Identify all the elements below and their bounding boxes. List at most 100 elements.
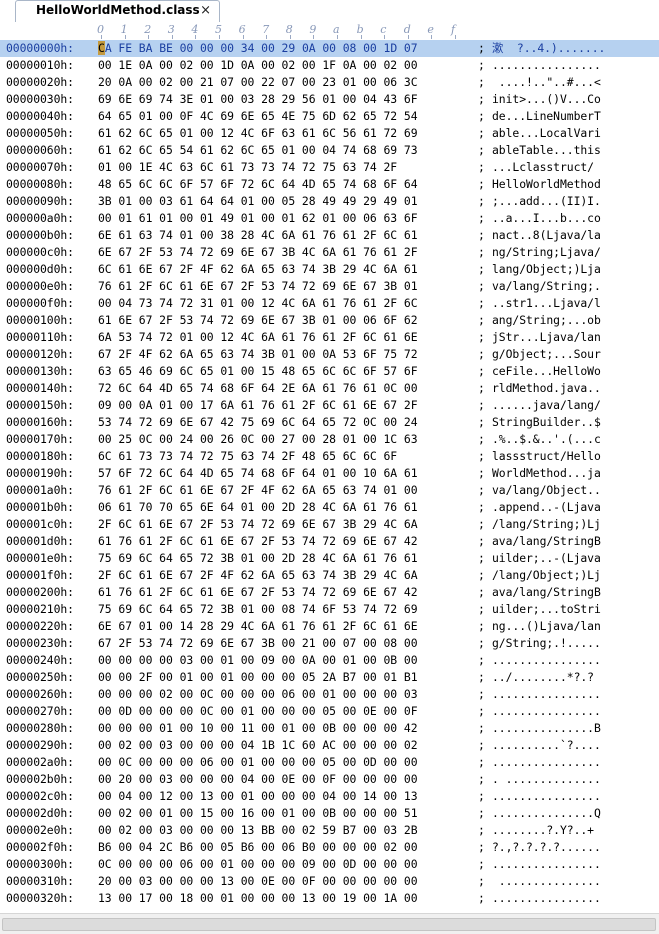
hex-view[interactable]: 00000000h: CA FE BA BE 00 00 00 34 00 29 … bbox=[0, 40, 659, 913]
hex-row[interactable]: 00000090h: 3B 01 00 03 61 64 64 01 00 05 … bbox=[0, 193, 659, 210]
file-tab[interactable]: HelloWorldMethod.class × bbox=[15, 0, 220, 22]
row-ascii[interactable]: ................ bbox=[492, 856, 601, 873]
hex-row[interactable]: 000000b0h: 6E 61 63 74 01 00 38 28 4C 6A … bbox=[0, 227, 659, 244]
hex-row[interactable]: 000002f0h: B6 00 04 2C B6 00 05 B6 00 06 … bbox=[0, 839, 659, 856]
row-bytes[interactable]: 76 61 2F 6C 61 6E 67 2F 4F 62 6A 65 63 7… bbox=[98, 482, 478, 499]
row-ascii[interactable]: nact..8(Ljava/la bbox=[492, 227, 601, 244]
row-bytes[interactable]: B6 00 04 2C B6 00 05 B6 00 06 B0 00 00 0… bbox=[98, 839, 478, 856]
hex-row[interactable]: 000001d0h: 61 76 61 2F 6C 61 6E 67 2F 53 … bbox=[0, 533, 659, 550]
row-ascii[interactable]: ceFile...HelloWo bbox=[492, 363, 601, 380]
row-bytes[interactable]: 00 02 00 03 00 00 00 04 1B 1C 60 AC 00 0… bbox=[98, 737, 478, 754]
hex-row[interactable]: 000000f0h: 00 04 73 74 72 31 01 00 12 4C … bbox=[0, 295, 659, 312]
row-bytes[interactable]: 00 20 00 03 00 00 00 04 00 0E 00 0F 00 0… bbox=[98, 771, 478, 788]
horizontal-scrollbar[interactable] bbox=[0, 913, 659, 934]
row-bytes[interactable]: 6A 53 74 72 01 00 12 4C 6A 61 76 61 2F 6… bbox=[98, 329, 478, 346]
row-ascii[interactable]: ...............Q bbox=[492, 805, 601, 822]
hex-row[interactable]: 00000170h: 00 25 0C 00 24 00 26 0C 00 27 … bbox=[0, 431, 659, 448]
hex-row[interactable]: 000001a0h: 76 61 2F 6C 61 6E 67 2F 4F 62 … bbox=[0, 482, 659, 499]
row-ascii[interactable]: ......java/lang/ bbox=[492, 397, 601, 414]
row-ascii[interactable]: g/Object;...Sour bbox=[492, 346, 601, 363]
hex-row[interactable]: 00000110h: 6A 53 74 72 01 00 12 4C 6A 61 … bbox=[0, 329, 659, 346]
hex-row[interactable]: 000001c0h: 2F 6C 61 6E 67 2F 53 74 72 69 … bbox=[0, 516, 659, 533]
row-bytes[interactable]: 57 6F 72 6C 64 4D 65 74 68 6F 64 01 00 1… bbox=[98, 465, 478, 482]
hex-row[interactable]: 00000130h: 63 65 46 69 6C 65 01 00 15 48 … bbox=[0, 363, 659, 380]
hex-row[interactable]: 00000280h: 00 00 00 01 00 10 00 11 00 01 … bbox=[0, 720, 659, 737]
hex-row[interactable]: 00000150h: 09 00 0A 01 00 17 6A 61 76 61 … bbox=[0, 397, 659, 414]
row-bytes[interactable]: 00 02 00 01 00 15 00 16 00 01 00 0B 00 0… bbox=[98, 805, 478, 822]
row-bytes[interactable]: 63 65 46 69 6C 65 01 00 15 48 65 6C 6C 6… bbox=[98, 363, 478, 380]
row-bytes[interactable]: 01 00 1E 4C 63 6C 61 73 73 74 72 75 63 7… bbox=[98, 159, 478, 176]
row-ascii[interactable]: uilder;..-(Ljava bbox=[492, 550, 601, 567]
hex-row[interactable]: 00000080h: 48 65 6C 6C 6F 57 6F 72 6C 64 … bbox=[0, 176, 659, 193]
row-bytes[interactable]: 20 0A 00 02 00 21 07 00 22 07 00 23 01 0… bbox=[98, 74, 478, 91]
row-ascii[interactable]: lassstruct/Hello bbox=[492, 448, 601, 465]
row-bytes[interactable]: 75 69 6C 64 65 72 3B 01 00 08 74 6F 53 7… bbox=[98, 601, 478, 618]
row-ascii[interactable]: ........?.Y?..+ bbox=[492, 822, 594, 839]
hex-row[interactable]: 00000310h: 20 00 03 00 00 00 13 00 0E 00 … bbox=[0, 873, 659, 890]
row-ascii[interactable]: ava/lang/StringB bbox=[492, 533, 601, 550]
row-ascii[interactable]: ?.,?.?.?.?...... bbox=[492, 839, 601, 856]
row-ascii[interactable]: ................ bbox=[492, 703, 601, 720]
row-bytes[interactable]: 67 2F 53 74 72 69 6E 67 3B 00 21 00 07 0… bbox=[98, 635, 478, 652]
hex-row[interactable]: 00000190h: 57 6F 72 6C 64 4D 65 74 68 6F … bbox=[0, 465, 659, 482]
row-bytes[interactable]: 75 69 6C 64 65 72 3B 01 00 2D 28 4C 6A 6… bbox=[98, 550, 478, 567]
row-ascii[interactable]: /lang/String;)Lj bbox=[492, 516, 601, 533]
row-ascii[interactable]: ;...add...(II)I. bbox=[492, 193, 601, 210]
row-bytes[interactable]: 00 00 00 01 00 10 00 11 00 01 00 0B 00 0… bbox=[98, 720, 478, 737]
hex-row[interactable]: 000000c0h: 6E 67 2F 53 74 72 69 6E 67 3B … bbox=[0, 244, 659, 261]
row-bytes[interactable]: 48 65 6C 6C 6F 57 6F 72 6C 64 4D 65 74 6… bbox=[98, 176, 478, 193]
row-bytes[interactable]: 6E 67 2F 53 74 72 69 6E 67 3B 4C 6A 61 7… bbox=[98, 244, 478, 261]
hex-row[interactable]: 00000180h: 6C 61 73 73 74 72 75 63 74 2F … bbox=[0, 448, 659, 465]
row-bytes[interactable]: 00 00 2F 00 01 00 01 00 00 00 05 2A B7 0… bbox=[98, 669, 478, 686]
row-ascii[interactable]: de...LineNumberT bbox=[492, 108, 601, 125]
row-bytes[interactable]: 06 61 70 70 65 6E 64 01 00 2D 28 4C 6A 6… bbox=[98, 499, 478, 516]
row-ascii[interactable]: . .............. bbox=[492, 771, 601, 788]
row-bytes[interactable]: 00 00 00 00 03 00 01 00 09 00 0A 00 01 0… bbox=[98, 652, 478, 669]
hex-row[interactable]: 00000140h: 72 6C 64 4D 65 74 68 6F 64 2E … bbox=[0, 380, 659, 397]
hex-row[interactable]: 000002e0h: 00 02 00 03 00 00 00 13 BB 00 … bbox=[0, 822, 659, 839]
row-ascii[interactable]: .%..$.&..'.(...c bbox=[492, 431, 601, 448]
hex-row[interactable]: 00000120h: 67 2F 4F 62 6A 65 63 74 3B 01 … bbox=[0, 346, 659, 363]
row-bytes[interactable]: 20 00 03 00 00 00 13 00 0E 00 0F 00 00 0… bbox=[98, 873, 478, 890]
row-ascii[interactable]: 漱 ?..4.)....... bbox=[492, 40, 605, 57]
hex-row[interactable]: 00000060h: 61 62 6C 65 54 61 62 6C 65 01 … bbox=[0, 142, 659, 159]
row-bytes[interactable]: 76 61 2F 6C 61 6E 67 2F 53 74 72 69 6E 6… bbox=[98, 278, 478, 295]
row-ascii[interactable]: ...Lclasstruct/ bbox=[492, 159, 594, 176]
row-ascii[interactable]: ................ bbox=[492, 890, 601, 907]
row-ascii[interactable]: ....!.."..#...< bbox=[492, 74, 601, 91]
hex-row[interactable]: 00000220h: 6E 67 01 00 14 28 29 4C 6A 61 … bbox=[0, 618, 659, 635]
hex-row[interactable]: 000002b0h: 00 20 00 03 00 00 00 04 00 0E … bbox=[0, 771, 659, 788]
row-ascii[interactable]: able...LocalVari bbox=[492, 125, 601, 142]
hex-row[interactable]: 00000260h: 00 00 00 02 00 0C 00 00 00 06 … bbox=[0, 686, 659, 703]
row-ascii[interactable]: ..........`?.... bbox=[492, 737, 601, 754]
hex-row[interactable]: 00000160h: 53 74 72 69 6E 67 42 75 69 6C … bbox=[0, 414, 659, 431]
row-ascii[interactable]: lang/Object;)Lja bbox=[492, 261, 601, 278]
close-icon[interactable]: × bbox=[200, 3, 211, 18]
hex-row[interactable]: 00000070h: 01 00 1E 4C 63 6C 61 73 73 74 … bbox=[0, 159, 659, 176]
row-bytes[interactable]: 53 74 72 69 6E 67 42 75 69 6C 64 65 72 0… bbox=[98, 414, 478, 431]
row-ascii[interactable]: rldMethod.java.. bbox=[492, 380, 601, 397]
row-ascii[interactable]: ................ bbox=[492, 686, 601, 703]
row-ascii[interactable]: HelloWorldMethod bbox=[492, 176, 601, 193]
row-bytes[interactable]: 09 00 0A 01 00 17 6A 61 76 61 2F 6C 61 6… bbox=[98, 397, 478, 414]
row-bytes[interactable]: 00 04 73 74 72 31 01 00 12 4C 6A 61 76 6… bbox=[98, 295, 478, 312]
row-bytes[interactable]: 6C 61 6E 67 2F 4F 62 6A 65 63 74 3B 29 4… bbox=[98, 261, 478, 278]
row-bytes[interactable]: 61 6E 67 2F 53 74 72 69 6E 67 3B 01 00 0… bbox=[98, 312, 478, 329]
row-bytes[interactable]: 67 2F 4F 62 6A 65 63 74 3B 01 00 0A 53 6… bbox=[98, 346, 478, 363]
hex-row[interactable]: 00000230h: 67 2F 53 74 72 69 6E 67 3B 00 … bbox=[0, 635, 659, 652]
hex-row[interactable]: 00000200h: 61 76 61 2F 6C 61 6E 67 2F 53 … bbox=[0, 584, 659, 601]
hex-row[interactable]: 000001e0h: 75 69 6C 64 65 72 3B 01 00 2D … bbox=[0, 550, 659, 567]
hex-row[interactable]: 00000250h: 00 00 2F 00 01 00 01 00 00 00 … bbox=[0, 669, 659, 686]
row-ascii[interactable]: /lang/Object;)Lj bbox=[492, 567, 601, 584]
hex-row[interactable]: 00000030h: 69 6E 69 74 3E 01 00 03 28 29 … bbox=[0, 91, 659, 108]
row-bytes[interactable]: 00 1E 0A 00 02 00 1D 0A 00 02 00 1F 0A 0… bbox=[98, 57, 478, 74]
hex-row[interactable]: 00000040h: 64 65 01 00 0F 4C 69 6E 65 4E … bbox=[0, 108, 659, 125]
row-bytes[interactable]: 6C 61 73 73 74 72 75 63 74 2F 48 65 6C 6… bbox=[98, 448, 478, 465]
row-ascii[interactable]: ableTable...this bbox=[492, 142, 601, 159]
row-bytes[interactable]: 6E 67 01 00 14 28 29 4C 6A 61 76 61 2F 6… bbox=[98, 618, 478, 635]
row-ascii[interactable]: ................ bbox=[492, 754, 601, 771]
hex-row[interactable]: 00000000h: CA FE BA BE 00 00 00 34 00 29 … bbox=[0, 40, 659, 57]
row-ascii[interactable]: ............... bbox=[492, 873, 601, 890]
hex-row[interactable]: 00000020h: 20 0A 00 02 00 21 07 00 22 07 … bbox=[0, 74, 659, 91]
row-bytes[interactable]: 61 62 6C 65 54 61 62 6C 65 01 00 04 74 6… bbox=[98, 142, 478, 159]
